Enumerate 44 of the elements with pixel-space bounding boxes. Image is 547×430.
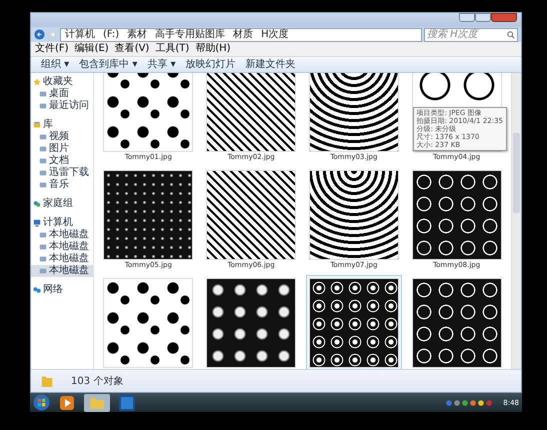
sidebar-item[interactable]: 音乐 [31, 179, 93, 191]
sidebar-item[interactable]: 文档 [31, 155, 93, 167]
maximize-button[interactable] [475, 13, 491, 22]
back-icon[interactable] [34, 29, 45, 40]
breadcrumb-item[interactable]: (F:) [103, 28, 120, 40]
folder-icon[interactable] [84, 394, 110, 412]
start-button[interactable] [33, 394, 50, 411]
sidebar-item[interactable]: 本地磁盘 [31, 229, 93, 241]
menu-item[interactable]: 查看(V) [114, 43, 150, 55]
star-icon [33, 78, 41, 86]
sidebar-group[interactable]: 网络 [31, 284, 93, 296]
sidebar-item[interactable]: 最近访问 [31, 100, 93, 112]
breadcrumb-item[interactable]: 素材 [127, 28, 148, 40]
toolbar-button[interactable]: 包含到库中 ▾ [77, 58, 140, 70]
sidebar-item[interactable]: 视频 [31, 131, 93, 143]
menu-item[interactable]: 帮助(H) [195, 43, 231, 55]
breadcrumb-item[interactable]: 计算机 [65, 28, 95, 40]
sidebar-group[interactable]: 收藏夹 [31, 76, 93, 88]
scrollbar[interactable] [511, 73, 521, 369]
sidebar-item[interactable]: 桌面 [31, 88, 93, 100]
sidebar-item[interactable]: 迅雷下载 [31, 167, 93, 179]
homegroup-icon [33, 200, 41, 208]
minimize-button[interactable] [459, 13, 475, 22]
search-field[interactable]: 搜索 H次度 [424, 28, 518, 42]
toolbar-button[interactable]: 共享 ▾ [145, 58, 178, 70]
sidebar-item[interactable]: 图片 [31, 143, 93, 155]
toolbar-button[interactable]: 放映幻灯片 [184, 58, 238, 70]
toolbar-button[interactable]: 组织 ▾ [39, 58, 72, 70]
sidebar-group[interactable]: 库 [31, 119, 93, 131]
sidebar-item[interactable]: 本地磁盘 [31, 241, 93, 253]
library-icon [33, 121, 41, 129]
network-icon [33, 286, 41, 294]
sidebar-group[interactable]: 计算机 [31, 217, 93, 229]
computer-icon [33, 219, 41, 227]
breadcrumb-item[interactable]: 材质 [233, 28, 254, 40]
sidebar-item[interactable]: 本地磁盘 [31, 253, 93, 265]
search-icon [507, 30, 515, 38]
menu-item[interactable]: 工具(T) [155, 43, 190, 55]
status-text: 103 个对象 [71, 374, 124, 388]
sidebar-group[interactable]: 家庭组 [31, 198, 93, 210]
sidebar-item[interactable]: 本地磁盘 [31, 265, 93, 277]
menu-item[interactable]: 编辑(E) [74, 43, 109, 55]
toolbar-button[interactable]: 新建文件夹 [244, 58, 298, 70]
menu-item[interactable]: 文件(F) [35, 43, 69, 55]
